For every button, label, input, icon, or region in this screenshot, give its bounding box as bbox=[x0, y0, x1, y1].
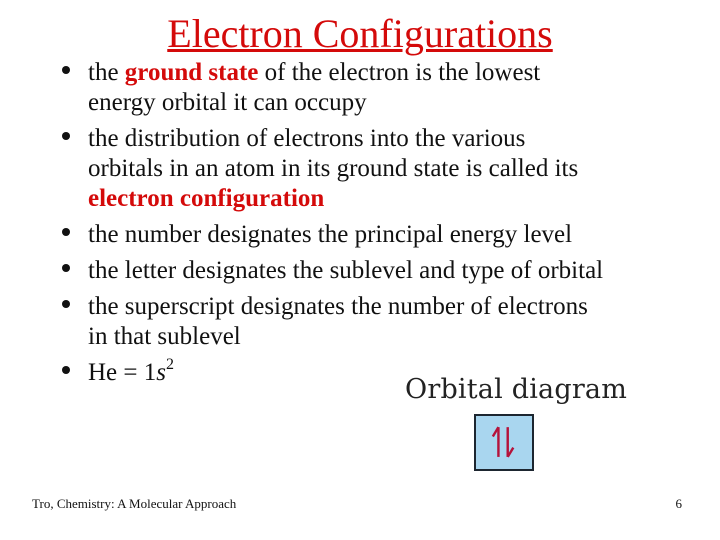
bullet-dot-icon bbox=[62, 66, 70, 74]
orbital-arrows bbox=[491, 426, 515, 458]
bullet-line: the distribution of electrons into the v… bbox=[88, 125, 526, 152]
spin-down-arrow-icon bbox=[506, 427, 515, 458]
bullet-line: the superscript designates the number of… bbox=[88, 293, 588, 320]
text-run: of the electron is the lowest bbox=[258, 59, 541, 86]
slide-number: 6 bbox=[675, 496, 683, 511]
slide-title: Electron Configurations bbox=[167, 11, 553, 56]
bullet-letter: the letter designates the sublevel and t… bbox=[48, 256, 708, 286]
bullet-electron-configuration: the distribution of electrons into the v… bbox=[48, 124, 708, 214]
bullet-dot-icon bbox=[62, 366, 70, 374]
bullet-line: the letter designates the sublevel and t… bbox=[88, 257, 604, 284]
bullet-line: energy orbital it can occupy bbox=[88, 89, 367, 116]
term-electron-configuration: electron configuration bbox=[88, 185, 325, 212]
orbital-diagram-label: Orbital diagram bbox=[405, 374, 628, 405]
bullet-dot-icon bbox=[62, 228, 70, 236]
bullet-dot-icon bbox=[62, 300, 70, 308]
bullet-number: the number designates the principal ener… bbox=[48, 220, 708, 250]
bullet-dot-icon bbox=[62, 132, 70, 140]
bullet-ground-state: the ground state of the electron is the … bbox=[48, 58, 708, 118]
bullet-line: the number designates the principal ener… bbox=[88, 221, 573, 248]
term-ground-state: ground state bbox=[124, 59, 259, 86]
spin-up-arrow-icon bbox=[491, 426, 500, 457]
bullet-list: the ground state of the electron is the … bbox=[48, 58, 708, 394]
bullet-superscript: the superscript designates the number of… bbox=[48, 292, 708, 352]
bullet-line: orbitals in an atom in its ground state … bbox=[88, 155, 579, 182]
footer-source: Tro, Chemistry: A Molecular Approach bbox=[32, 496, 237, 511]
text-run: the bbox=[88, 59, 125, 86]
formula-orbital: s bbox=[156, 359, 166, 386]
bullet-line: in that sublevel bbox=[88, 323, 241, 350]
bullet-dot-icon bbox=[62, 264, 70, 272]
orbital-box bbox=[474, 414, 534, 471]
formula-prefix: He = 1 bbox=[88, 359, 157, 386]
formula-superscript: 2 bbox=[165, 355, 174, 373]
bullet-line: the ground state of the electron is the … bbox=[88, 58, 708, 88]
